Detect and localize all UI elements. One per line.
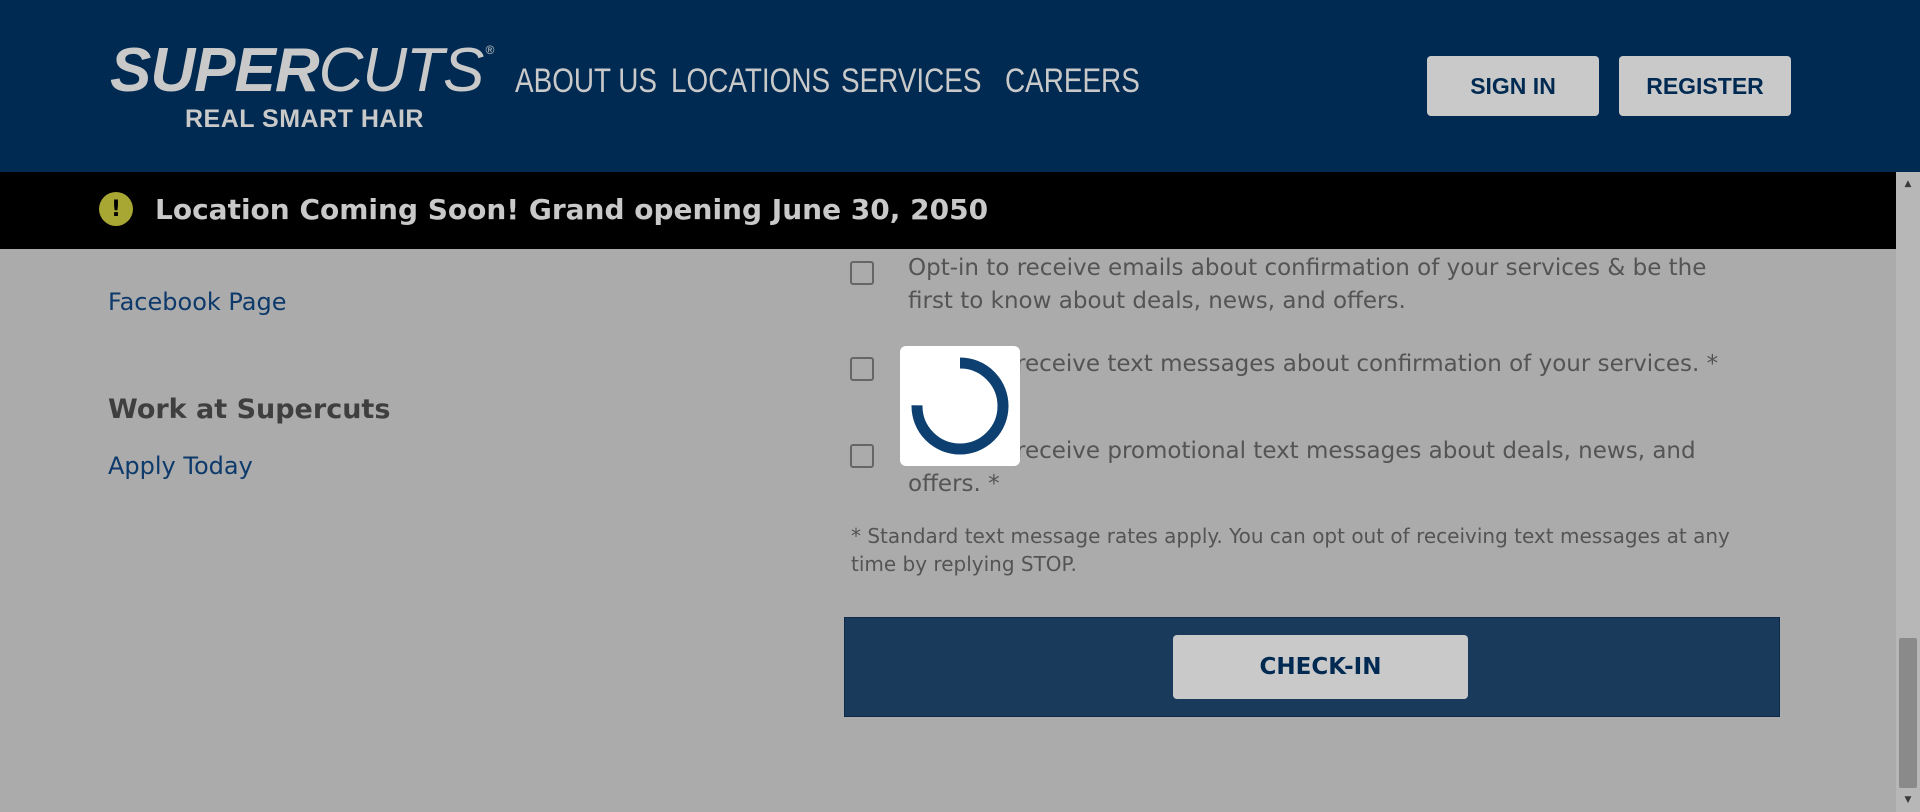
promo-text-optin-checkbox[interactable] (850, 444, 874, 468)
sign-in-button[interactable]: SIGN IN (1427, 56, 1599, 116)
text-confirmation-optin-label: receive text messages about confirmation… (1016, 351, 1719, 377)
facebook-page-link[interactable]: Facebook Page (108, 288, 287, 316)
apply-today-link[interactable]: Apply Today (108, 452, 253, 480)
nav-careers[interactable]: CAREERS (1005, 64, 1140, 98)
text-confirmation-optin-checkbox[interactable] (850, 357, 874, 381)
nav-locations[interactable]: LOCATIONS (671, 64, 830, 98)
scroll-up-icon[interactable]: ▲ (1896, 176, 1920, 192)
sms-disclaimer: * Standard text message rates apply. You… (851, 524, 1730, 576)
scroll-down-icon[interactable]: ▼ (1896, 792, 1920, 808)
logo-tagline: REAL SMART HAIR (185, 105, 424, 133)
banner-text: Location Coming Soon! Grand opening June… (155, 193, 989, 226)
loading-spinner (900, 346, 1020, 466)
email-optin-label: Opt-in to receive emails about confirmat… (908, 255, 1707, 314)
spinner-icon (911, 357, 1009, 455)
checkin-panel: CHECK-IN (844, 617, 1780, 717)
work-at-supercuts-heading: Work at Supercuts (108, 394, 391, 425)
announcement-banner: ! Location Coming Soon! Grand opening Ju… (0, 172, 1896, 249)
register-button[interactable]: REGISTER (1619, 56, 1791, 116)
promo-text-optin-label-line2: offers. * (908, 471, 1000, 497)
nav-about-us[interactable]: ABOUT US (515, 64, 657, 98)
nav-services[interactable]: SERVICES (841, 64, 981, 98)
site-header: SUPERCUTS ® REAL SMART HAIR ABOUT US LOCA… (0, 0, 1920, 172)
supercuts-logo[interactable]: SUPERCUTS ® REAL SMART HAIR (110, 40, 494, 140)
promo-text-optin-label-line1: receive promotional text messages about … (1016, 438, 1696, 464)
logo-wordmark: SUPERCUTS ® (110, 36, 494, 105)
check-in-button[interactable]: CHECK-IN (1173, 635, 1468, 699)
exclamation-icon: ! (99, 192, 133, 226)
page-scrollbar[interactable]: ▲ ▼ (1896, 172, 1920, 812)
email-optin-checkbox[interactable] (850, 261, 874, 285)
scrollbar-thumb[interactable] (1899, 638, 1917, 788)
